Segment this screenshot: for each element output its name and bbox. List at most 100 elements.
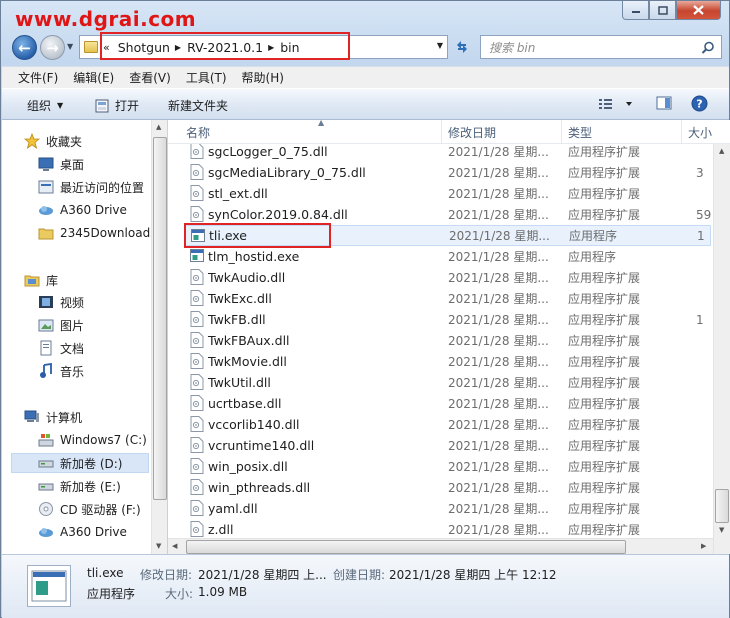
column-type[interactable]: 类型: [562, 120, 682, 144]
file-name: TwkExc.dll: [208, 291, 272, 306]
file-date: 2021/1/28 星期...: [448, 523, 549, 537]
address-dropdown-icon[interactable]: ▼: [437, 41, 443, 50]
nav-a360-drive-2[interactable]: A360 Drive: [38, 522, 127, 542]
file-vscroll-thumb[interactable]: [715, 489, 729, 523]
table-row[interactable]: tli.exe 2021/1/28 星期... 应用程序 1: [184, 225, 711, 246]
nav-documents[interactable]: 文档: [38, 338, 84, 358]
table-row[interactable]: stl_ext.dll 2021/1/28 星期... 应用程序扩展: [184, 183, 711, 204]
table-row[interactable]: synColor.2019.0.84.dll 2021/1/28 星期... 应用程…: [184, 204, 711, 225]
forward-button[interactable]: →: [40, 35, 65, 60]
nav-music[interactable]: 音乐: [38, 361, 84, 381]
nav-computer[interactable]: 计算机: [24, 407, 82, 427]
column-headers: 名称 ▲ 修改日期 类型 大小: [168, 120, 730, 144]
table-row[interactable]: TwkMovie.dll 2021/1/28 星期... 应用程序扩展: [184, 351, 711, 372]
breadcrumb-arrow-icon[interactable]: ▶: [268, 43, 274, 52]
column-date[interactable]: 修改日期: [442, 120, 562, 144]
breadcrumb-item[interactable]: RV-2021.0.1: [187, 40, 263, 55]
menu-tools[interactable]: 工具(T): [186, 69, 227, 86]
scroll-up-icon[interactable]: ▲: [719, 147, 724, 155]
close-button[interactable]: [676, 1, 721, 20]
back-button[interactable]: ←: [12, 35, 37, 60]
nav-libraries[interactable]: 库: [24, 270, 58, 290]
nav-videos[interactable]: 视频: [38, 292, 84, 312]
organize-button[interactable]: 组织 ▼: [27, 97, 63, 114]
column-size[interactable]: 大小: [682, 120, 730, 144]
address-bar[interactable]: « Shotgun ▶ RV-2021.0.1 ▶ bin ▼: [79, 35, 448, 59]
breadcrumb-item[interactable]: bin: [280, 40, 299, 55]
recent-pages-dropdown[interactable]: ▼: [67, 42, 73, 51]
table-row[interactable]: TwkFBAux.dll 2021/1/28 星期... 应用程序扩展: [184, 330, 711, 351]
nav-a360-drive[interactable]: A360 Drive: [38, 200, 127, 220]
library-icon: [24, 275, 40, 287]
nav-drive-e[interactable]: 新加卷 (E:): [38, 476, 121, 496]
view-options-button[interactable]: [599, 98, 639, 113]
table-row[interactable]: sgcLogger_0_75.dll 2021/1/28 星期... 应用程序扩展: [184, 144, 711, 162]
table-row[interactable]: tlm_hostid.exe 2021/1/28 星期... 应用程序: [184, 246, 711, 267]
search-icon: [701, 41, 714, 54]
search-box[interactable]: 搜索 bin: [480, 35, 722, 59]
file-hscroll-thumb[interactable]: [186, 540, 626, 554]
menu-view[interactable]: 查看(V): [129, 69, 171, 86]
table-row[interactable]: win_pthreads.dll 2021/1/28 星期... 应用程序扩展: [184, 477, 711, 498]
table-row[interactable]: vcruntime140.dll 2021/1/28 星期... 应用程序扩展: [184, 435, 711, 456]
nav-drive-f-label: CD 驱动器 (F:): [60, 502, 141, 517]
scroll-down-icon[interactable]: ▼: [719, 526, 724, 534]
nav-music-label: 音乐: [60, 364, 85, 379]
file-name: win_pthreads.dll: [208, 480, 311, 495]
table-row[interactable]: ucrtbase.dll 2021/1/28 星期... 应用程序扩展: [184, 393, 711, 414]
dll-icon: [190, 395, 204, 411]
nav-videos-label: 视频: [60, 295, 85, 310]
table-row[interactable]: z.dll 2021/1/28 星期... 应用程序扩展: [184, 519, 711, 540]
nav-scroll-thumb[interactable]: [153, 137, 167, 500]
nav-drive-d[interactable]: 新加卷 (D:): [11, 453, 149, 473]
scroll-down-icon[interactable]: ▼: [156, 542, 161, 550]
table-row[interactable]: TwkExc.dll 2021/1/28 星期... 应用程序扩展: [184, 288, 711, 309]
column-name[interactable]: 名称 ▲: [180, 120, 442, 144]
nav-recent[interactable]: 最近访问的位置: [38, 177, 144, 197]
breadcrumb-arrow-icon[interactable]: ▶: [175, 43, 181, 52]
nav-desktop[interactable]: 桌面: [38, 154, 84, 174]
file-date: 2021/1/28 星期...: [448, 313, 549, 327]
nav-drive-f[interactable]: CD 驱动器 (F:): [38, 499, 141, 519]
minimize-button[interactable]: [622, 1, 649, 20]
menu-file[interactable]: 文件(F): [18, 69, 58, 86]
minimize-icon: [631, 11, 640, 13]
preview-pane-icon: [656, 96, 672, 110]
breadcrumb-item[interactable]: Shotgun: [118, 40, 170, 55]
file-vertical-scrollbar[interactable]: ▲ ▼: [713, 144, 730, 554]
preview-pane-button[interactable]: [656, 95, 672, 114]
file-name: vccorlib140.dll: [208, 417, 300, 432]
table-row[interactable]: TwkFB.dll 2021/1/28 星期... 应用程序扩展 1: [184, 309, 711, 330]
menu-help[interactable]: 帮助(H): [242, 69, 284, 86]
scroll-up-icon[interactable]: ▲: [156, 123, 161, 131]
scroll-left-icon[interactable]: ◀: [172, 542, 177, 550]
nav-scrollbar[interactable]: ▲ ▼: [151, 120, 167, 554]
nav-pictures-label: 图片: [60, 318, 85, 333]
scroll-right-icon[interactable]: ▶: [701, 542, 706, 550]
nav-a360-2-label: A360 Drive: [60, 525, 127, 539]
dll-icon: [190, 290, 204, 306]
nav-favorites[interactable]: 收藏夹: [24, 131, 82, 151]
file-name: win_posix.dll: [208, 459, 288, 474]
refresh-button[interactable]: [451, 36, 473, 58]
file-size: 3: [696, 165, 704, 180]
maximize-button[interactable]: [649, 1, 676, 20]
help-button[interactable]: ?: [691, 95, 708, 115]
table-row[interactable]: TwkUtil.dll 2021/1/28 星期... 应用程序扩展: [184, 372, 711, 393]
breadcrumb-overflow[interactable]: «: [103, 41, 110, 54]
menu-edit[interactable]: 编辑(E): [73, 69, 114, 86]
table-row[interactable]: vccorlib140.dll 2021/1/28 星期... 应用程序扩展: [184, 414, 711, 435]
arrow-right-icon: →: [46, 38, 59, 57]
new-folder-button[interactable]: 新建文件夹: [168, 97, 228, 114]
table-row[interactable]: yaml.dll 2021/1/28 星期... 应用程序扩展: [184, 498, 711, 519]
table-row[interactable]: TwkAudio.dll 2021/1/28 星期... 应用程序扩展: [184, 267, 711, 288]
file-horizontal-scrollbar[interactable]: ◀ ▶: [168, 538, 713, 554]
table-row[interactable]: win_posix.dll 2021/1/28 星期... 应用程序扩展: [184, 456, 711, 477]
nav-pictures[interactable]: 图片: [38, 315, 84, 335]
open-button[interactable]: 打开: [95, 97, 139, 114]
table-row[interactable]: sgcMediaLibrary_0_75.dll 2021/1/28 星期... 应…: [184, 162, 711, 183]
search-input[interactable]: 搜索 bin: [489, 39, 535, 56]
file-name: yaml.dll: [208, 501, 258, 516]
nav-2345downloads[interactable]: 2345Downloads: [38, 223, 156, 243]
nav-drive-c[interactable]: Windows7 (C:): [38, 430, 147, 450]
